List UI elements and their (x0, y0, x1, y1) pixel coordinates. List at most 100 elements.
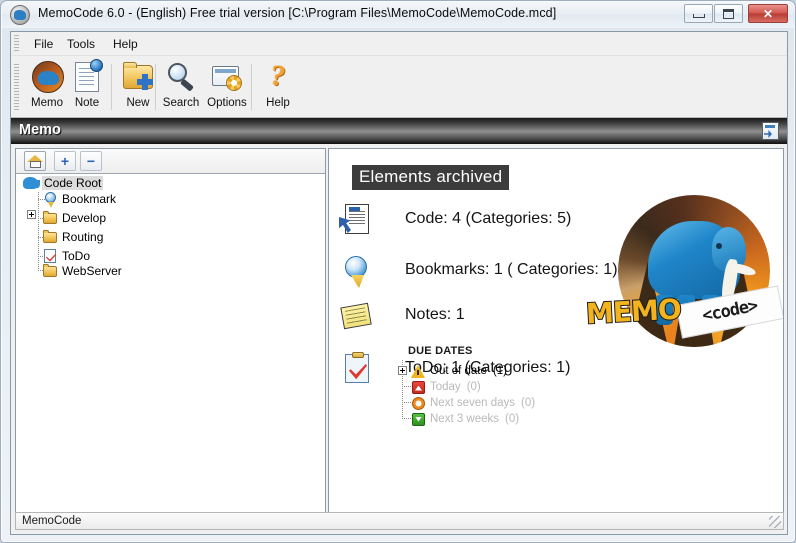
folder-icon (42, 210, 58, 226)
menu-item-file[interactable]: File (29, 36, 58, 52)
clipboard-check-icon (339, 352, 375, 388)
tree-item-label: Code Root (42, 176, 104, 190)
options-gear-icon (206, 60, 248, 96)
toolbar-label-note: Note (74, 97, 100, 109)
window-titlebar[interactable]: MemoCode 6.0 - (English) Free trial vers… (2, 2, 795, 28)
tree-connector (402, 402, 411, 403)
due-dates-label: Next seven days (430, 397, 516, 409)
tree-item-label: Routing (62, 230, 104, 244)
toolbar-button-search[interactable]: Search (157, 59, 205, 115)
elephant-icon (22, 175, 40, 191)
menubar-grip-handle[interactable] (14, 35, 19, 53)
due-dates-item-next-seven-days[interactable]: Next seven days (0) (411, 395, 535, 411)
toolbar-button-note[interactable]: Note (63, 59, 111, 115)
menu-item-help[interactable]: Help (108, 36, 143, 52)
close-icon: ✕ (762, 6, 774, 21)
orange-circle-icon (411, 396, 426, 411)
stat-text-notes: Notes: 1 (405, 306, 465, 323)
toolbar-separator (155, 64, 156, 110)
minus-icon: − (86, 153, 96, 169)
tree-home-button[interactable] (24, 151, 46, 171)
logo-elephant-body (648, 221, 746, 325)
due-dates-heading: DUE DATES (408, 345, 473, 357)
due-dates-item-today[interactable]: Today (0) (411, 379, 481, 395)
tree-connector (38, 192, 39, 270)
memocode-elephant-logo: <code> MEMO (584, 195, 783, 347)
toolbar-button-help[interactable]: ? Help (254, 59, 302, 115)
due-dates-count: (0) (466, 381, 481, 393)
content-panel: Elements archived <code> MEMO Code: 4 (C… (328, 148, 784, 513)
tree-toolbar: + − (16, 149, 325, 174)
tree-collapse-all-button[interactable]: − (80, 151, 102, 171)
tree-item-todo[interactable]: ToDo (42, 248, 90, 264)
page-title: Elements archived (352, 165, 510, 190)
due-dates-expander-out-of-date[interactable] (398, 366, 407, 375)
toolbar-button-options[interactable]: Options (203, 59, 251, 115)
plus-icon: + (60, 153, 70, 169)
toolbar-grip-handle[interactable] (14, 64, 19, 110)
tree-item-bookmark[interactable]: Bookmark (42, 191, 116, 207)
due-dates-item-next-3-weeks[interactable]: Next 3 weeks (0) (411, 411, 519, 427)
new-folder-plus-icon (117, 60, 159, 96)
tree-item-label: Develop (62, 211, 107, 225)
close-button[interactable]: ✕ (748, 4, 788, 23)
section-header-title: Memo (19, 122, 61, 138)
due-dates-label: Out of date (430, 365, 487, 377)
todo-check-icon (42, 248, 58, 264)
logo-wordmark: MEMO (584, 292, 682, 332)
toolbar-separator (251, 64, 252, 110)
toolbar-label-help: Help (266, 97, 290, 109)
code-document-icon (339, 203, 375, 239)
bookmark-icon (42, 191, 58, 207)
tree-item-label: WebServer (62, 264, 122, 278)
logo-elephant-eye (716, 243, 722, 249)
section-header-memo: Memo (11, 118, 787, 144)
sticky-note-icon (339, 299, 375, 335)
tree-item-code-root[interactable]: Code Root (22, 175, 104, 191)
tree-panel: + − Code Root Bookmark Develop Routing T… (15, 148, 326, 513)
due-dates-count: (1) (492, 365, 507, 377)
main-toolbar: Memo Note New Search Options ? Help (11, 56, 787, 118)
folder-icon (42, 263, 58, 279)
toolbar-separator (111, 64, 112, 110)
tree-item-routing[interactable]: Routing (42, 229, 103, 245)
home-icon (27, 155, 43, 168)
tree-connector (402, 418, 411, 419)
tree-expander-develop[interactable] (27, 210, 36, 219)
maximize-button[interactable] (714, 4, 743, 23)
menu-item-tools[interactable]: Tools (62, 36, 100, 52)
due-dates-item-out-of-date[interactable]: Out of date (1) (411, 363, 507, 379)
status-bar-text: MemoCode (22, 515, 82, 527)
window-title: MemoCode 6.0 - (English) Free trial vers… (38, 6, 557, 20)
toolbar-label-options: Options (207, 97, 247, 109)
question-mark-icon: ? (270, 59, 286, 92)
minimize-icon (685, 5, 712, 22)
stat-text-bookmarks: Bookmarks: 1 ( Categories: 1) (405, 261, 618, 278)
status-bar: MemoCode (15, 512, 784, 530)
bookmark-rosette-icon (339, 254, 375, 290)
client-area: File Tools Help Memo Note New Search Opt… (10, 31, 788, 535)
application-window: MemoCode 6.0 - (English) Free trial vers… (0, 0, 796, 543)
resize-grip[interactable] (769, 516, 781, 528)
warning-triangle-icon (411, 364, 426, 379)
magnifier-icon (160, 60, 202, 96)
tree-item-develop[interactable]: Develop (42, 210, 106, 226)
memocode-elephant-icon (10, 5, 30, 25)
due-dates-count: (0) (521, 397, 536, 409)
tree-expand-all-button[interactable]: + (54, 151, 76, 171)
tree-item-label: ToDo (62, 249, 91, 263)
maximize-icon (715, 5, 742, 22)
red-up-arrow-icon (411, 380, 426, 395)
due-dates-label: Next 3 weeks (430, 413, 500, 425)
note-page-icon (66, 59, 108, 96)
tree-item-webserver[interactable]: WebServer (42, 263, 122, 279)
menu-bar: File Tools Help (11, 32, 787, 56)
toolbar-label-search: Search (162, 97, 200, 109)
tree-connector (402, 386, 411, 387)
minimize-button[interactable] (684, 4, 713, 23)
due-dates-count: (0) (505, 413, 520, 425)
green-down-arrow-icon (411, 412, 426, 427)
memo-elephant-icon (26, 60, 68, 96)
tree-body[interactable]: Code Root Bookmark Develop Routing ToDo … (16, 174, 325, 512)
export-document-icon[interactable] (762, 122, 779, 140)
